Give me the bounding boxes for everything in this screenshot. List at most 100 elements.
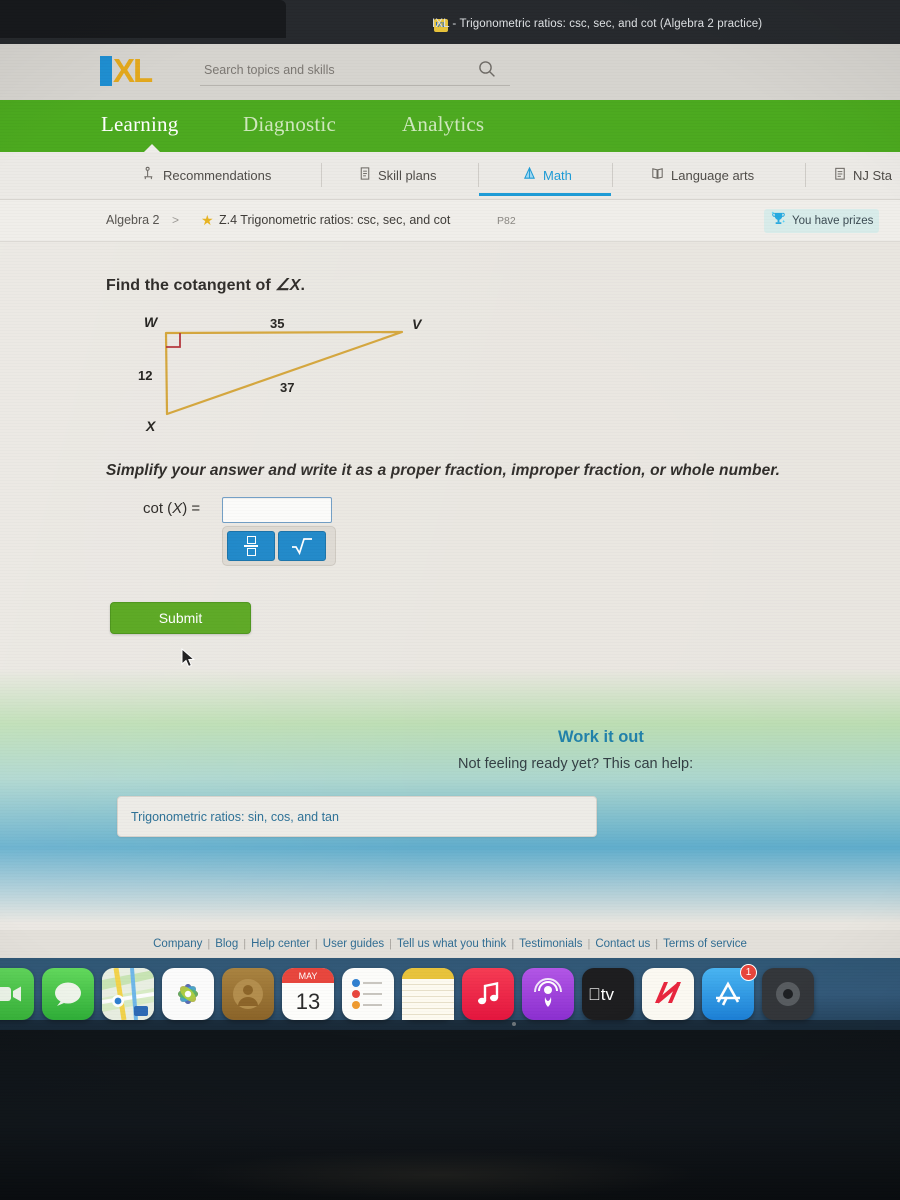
calendar-day: 13 [295, 988, 321, 1014]
dock-item-news[interactable] [642, 968, 694, 1020]
tab-label: Math [543, 167, 572, 183]
tab-label: Language arts [671, 167, 755, 183]
footer-link[interactable]: Contact us [595, 938, 650, 950]
answer-var: X [172, 500, 183, 517]
subnav-divider [478, 163, 479, 187]
dock-item-messages[interactable] [42, 968, 94, 1020]
question-prompt: Find the cotangent of ∠X. [106, 275, 305, 295]
question-suffix: . [300, 277, 306, 294]
dock-item-contacts[interactable] [222, 968, 274, 1020]
side-label-xv: 37 [280, 380, 295, 395]
math-keypad [222, 526, 336, 566]
vertex-label-x: X [146, 418, 156, 434]
dock-item-facetime[interactable] [0, 968, 34, 1020]
footer-link[interactable]: Tell us what you think [397, 938, 506, 950]
trophy-icon: ✦ ✦ [770, 210, 787, 232]
footer-separator: | [587, 938, 591, 950]
subnav-divider [805, 163, 806, 187]
desk-light-reflection [180, 1150, 700, 1200]
browser-title-bar: IXL IXL - Trigonometric ratios: csc, sec… [0, 0, 900, 44]
svg-text:tv: tv [588, 985, 614, 1004]
tab-language-arts[interactable]: Language arts [650, 166, 754, 184]
screenshot-root: IXL IXL - Trigonometric ratios: csc, sec… [0, 0, 900, 1200]
fraction-icon[interactable] [227, 531, 275, 561]
sub-nav-bar [0, 152, 900, 200]
browser-tab-strip[interactable] [0, 0, 286, 38]
subnav-divider [612, 163, 613, 187]
nav-item-learning[interactable]: Learning [101, 112, 178, 137]
breadcrumb-skill-code: P82 [497, 215, 516, 227]
search-input[interactable] [204, 59, 469, 81]
tab-skill-plans[interactable]: Skill plans [358, 166, 437, 184]
standards-icon [833, 166, 847, 184]
answer-input[interactable] [222, 497, 332, 523]
triangle-svg [164, 330, 404, 416]
breadcrumb-separator: > [172, 213, 180, 227]
skill-plans-icon [358, 166, 372, 184]
footer-separator: | [655, 938, 659, 950]
dock-item-calendar[interactable]: MAY 13 [282, 968, 334, 1020]
triangle-figure: W V X 35 12 37 [130, 308, 450, 438]
breadcrumb-course[interactable]: Algebra 2 [106, 213, 160, 227]
dock-item-appletv[interactable]: tv [582, 968, 634, 1020]
logo-text: XL [113, 52, 153, 89]
tab-label: Skill plans [378, 167, 437, 183]
dock-item-overflow[interactable] [762, 968, 814, 1020]
help-skill-link[interactable]: Trigonometric ratios: sin, cos, and tan [131, 810, 339, 824]
footer-link[interactable]: User guides [323, 938, 384, 950]
footer-separator: | [389, 938, 392, 950]
vertex-label-v: V [412, 316, 422, 332]
prizes-badge[interactable]: ✦ ✦ You have prizes [764, 209, 880, 233]
notes-lines [402, 979, 454, 1020]
dock-item-podcasts[interactable] [522, 968, 574, 1020]
answer-eq: = [191, 500, 201, 517]
recommendations-icon [142, 166, 157, 184]
footer-link[interactable]: Help center [251, 938, 310, 950]
prizes-label: You have prizes [792, 215, 874, 227]
footer-separator: | [511, 938, 515, 950]
tab-math[interactable]: Math [522, 166, 572, 184]
footer-link[interactable]: Company [153, 938, 202, 950]
footer-link[interactable]: Testimonials [519, 938, 582, 950]
tab-recommendations[interactable]: Recommendations [142, 166, 271, 184]
footer-link[interactable]: Terms of service [663, 938, 747, 950]
vertex-label-w: W [144, 314, 158, 330]
answer-fn: cot [143, 500, 164, 517]
help-skill-card[interactable]: Trigonometric ratios: sin, cos, and tan [117, 796, 597, 837]
language-arts-icon [650, 166, 665, 184]
dock-item-photos[interactable] [162, 968, 214, 1020]
appstore-badge: 1 [740, 964, 757, 981]
subnav-divider [321, 163, 322, 187]
work-it-out-subtitle: Not feeling ready yet? This can help: [458, 756, 694, 772]
svg-text:✦: ✦ [771, 211, 775, 217]
star-icon[interactable]: ★ [201, 212, 214, 229]
mouse-cursor-icon [181, 647, 197, 675]
nav-item-diagnostic[interactable]: Diagnostic [243, 112, 336, 137]
tab-nj-standards[interactable]: NJ Sta [833, 166, 892, 184]
work-it-out-title: Work it out [558, 728, 644, 746]
answer-equation-label: cot (X) = [143, 500, 201, 517]
breadcrumb-skill: Z.4 Trigonometric ratios: csc, sec, and … [219, 213, 451, 227]
dock-item-music[interactable] [462, 968, 514, 1020]
search-icon[interactable] [478, 60, 496, 83]
math-icon [522, 166, 537, 184]
calendar-month: MAY [282, 968, 334, 983]
search-bar[interactable] [200, 56, 510, 86]
footer-link[interactable]: Blog [215, 938, 238, 950]
tab-math-active-underline [479, 193, 611, 196]
ixl-logo[interactable]: XL [100, 52, 153, 89]
dock-item-notes[interactable] [402, 968, 454, 1020]
nav-item-analytics[interactable]: Analytics [402, 112, 484, 137]
dock-item-reminders[interactable] [342, 968, 394, 1020]
dock-item-appstore[interactable]: 1 [702, 964, 757, 1020]
window-title: IXL - Trigonometric ratios: csc, sec, an… [432, 18, 763, 30]
submit-button[interactable]: Submit [110, 602, 251, 634]
svg-text:✦: ✦ [782, 219, 786, 225]
tab-label: Recommendations [163, 167, 272, 183]
dock-item-maps[interactable] [102, 968, 154, 1020]
square-root-icon[interactable] [278, 531, 326, 561]
notes-header [402, 968, 454, 979]
side-label-wx: 12 [138, 368, 153, 383]
footer-links: Company | Blog | Help center | User guides | Tel… [0, 930, 900, 958]
footer-separator: | [207, 938, 211, 950]
